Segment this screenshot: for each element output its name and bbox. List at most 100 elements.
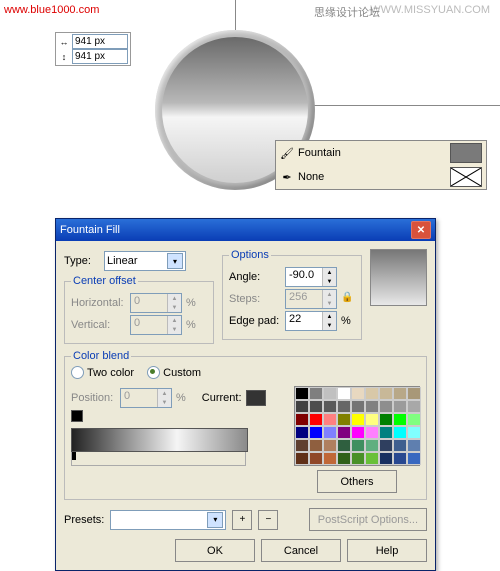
guide-line-h [310, 105, 500, 106]
height-input[interactable]: 941 px [72, 49, 128, 64]
close-button[interactable]: ✕ [411, 221, 431, 239]
palette-swatch[interactable] [337, 400, 351, 413]
gradient-preview [370, 249, 427, 306]
fill-swatch[interactable] [450, 143, 482, 163]
palette-swatch[interactable] [295, 413, 309, 426]
custom-radio[interactable]: Custom [147, 366, 201, 379]
palette-swatch[interactable] [393, 413, 407, 426]
palette-swatch[interactable] [337, 452, 351, 465]
palette-swatch[interactable] [323, 413, 337, 426]
palette-swatch[interactable] [323, 439, 337, 452]
palette-swatch[interactable] [351, 426, 365, 439]
vertical-label: Vertical: [71, 319, 126, 331]
ok-button[interactable]: OK [175, 539, 255, 562]
palette-swatch[interactable] [379, 452, 393, 465]
titlebar[interactable]: Fountain Fill ✕ [56, 219, 435, 241]
outline-pen-icon[interactable]: ✒ [280, 170, 294, 184]
edgepad-label: Edge pad: [229, 315, 281, 327]
others-button[interactable]: Others [317, 470, 397, 493]
gradient-bar[interactable] [71, 428, 248, 452]
palette-swatch[interactable] [295, 439, 309, 452]
steps-spinner: 256▲▼ [285, 289, 337, 309]
palette-swatch[interactable] [323, 400, 337, 413]
palette-swatch[interactable] [393, 426, 407, 439]
outline-swatch[interactable] [450, 167, 482, 187]
palette-swatch[interactable] [351, 413, 365, 426]
palette-swatch[interactable] [309, 413, 323, 426]
palette-swatch[interactable] [407, 413, 421, 426]
palette-swatch[interactable] [295, 387, 309, 400]
gradient-track[interactable] [71, 452, 246, 466]
palette-swatch[interactable] [295, 400, 309, 413]
palette-swatch[interactable] [379, 387, 393, 400]
palette-swatch[interactable] [337, 439, 351, 452]
palette-swatch[interactable] [309, 439, 323, 452]
lock-icon[interactable]: 🔒 [341, 292, 355, 306]
palette-swatch[interactable] [337, 426, 351, 439]
guide-line-v [235, 0, 236, 30]
palette-swatch[interactable] [365, 400, 379, 413]
horizontal-spinner: 0▲▼ [130, 293, 182, 313]
palette-swatch[interactable] [351, 400, 365, 413]
outline-label: None [298, 171, 324, 183]
width-input[interactable]: 941 px [72, 34, 128, 49]
height-icon: ↕ [58, 52, 70, 62]
type-combo[interactable]: Linear ▾ [104, 251, 186, 271]
palette-swatch[interactable] [351, 452, 365, 465]
palette-swatch[interactable] [295, 452, 309, 465]
gradient-start-marker[interactable] [71, 410, 83, 422]
palette-swatch[interactable] [393, 439, 407, 452]
palette-swatch[interactable] [365, 439, 379, 452]
palette-swatch[interactable] [393, 452, 407, 465]
preset-remove-button[interactable]: − [258, 510, 278, 530]
palette-swatch[interactable] [351, 387, 365, 400]
palette-swatch[interactable] [309, 387, 323, 400]
presets-combo[interactable]: ▾ [110, 510, 226, 530]
palette-swatch[interactable] [407, 387, 421, 400]
angle-spinner[interactable]: -90.0▲▼ [285, 267, 337, 287]
two-color-radio[interactable]: Two color [71, 366, 134, 379]
palette-swatch[interactable] [323, 426, 337, 439]
chevron-down-icon[interactable]: ▾ [207, 512, 223, 528]
edgepad-spinner[interactable]: 22▲▼ [285, 311, 337, 331]
palette-swatch[interactable] [379, 400, 393, 413]
fill-bucket-icon[interactable]: 🖌 [280, 146, 294, 160]
palette-swatch[interactable] [365, 413, 379, 426]
palette-swatch[interactable] [407, 426, 421, 439]
palette-swatch[interactable] [323, 387, 337, 400]
palette-swatch[interactable] [337, 387, 351, 400]
help-button[interactable]: Help [347, 539, 427, 562]
palette-swatch[interactable] [379, 413, 393, 426]
vertical-spinner: 0▲▼ [130, 315, 182, 335]
current-label: Current: [202, 392, 242, 404]
cancel-button[interactable]: Cancel [261, 539, 341, 562]
palette-swatch[interactable] [365, 426, 379, 439]
current-swatch[interactable] [246, 390, 266, 406]
postscript-button: PostScript Options... [309, 508, 427, 531]
type-label: Type: [64, 255, 100, 267]
watermark-right: WWW.MISSYUAN.COM [370, 4, 490, 16]
palette-swatch[interactable] [337, 413, 351, 426]
palette-swatch[interactable] [407, 439, 421, 452]
palette-swatch[interactable] [393, 387, 407, 400]
palette-swatch[interactable] [309, 400, 323, 413]
palette-swatch[interactable] [379, 426, 393, 439]
palette-swatch[interactable] [407, 400, 421, 413]
steps-label: Steps: [229, 293, 281, 305]
palette-swatch[interactable] [309, 426, 323, 439]
palette-swatch[interactable] [323, 452, 337, 465]
object-size-box[interactable]: ↔ 941 px ↕ 941 px [55, 32, 131, 66]
preset-add-button[interactable]: + [232, 510, 252, 530]
palette-swatch[interactable] [365, 452, 379, 465]
palette-swatch[interactable] [351, 439, 365, 452]
palette-swatch[interactable] [309, 452, 323, 465]
palette-swatch[interactable] [393, 400, 407, 413]
palette-swatch[interactable] [365, 387, 379, 400]
watermark-mid: 思缘设计论坛 [314, 4, 380, 20]
color-palette[interactable] [294, 386, 420, 466]
chevron-down-icon[interactable]: ▾ [167, 253, 183, 269]
palette-swatch[interactable] [379, 439, 393, 452]
palette-swatch[interactable] [295, 426, 309, 439]
gradient-marker[interactable] [72, 452, 76, 460]
palette-swatch[interactable] [407, 452, 421, 465]
